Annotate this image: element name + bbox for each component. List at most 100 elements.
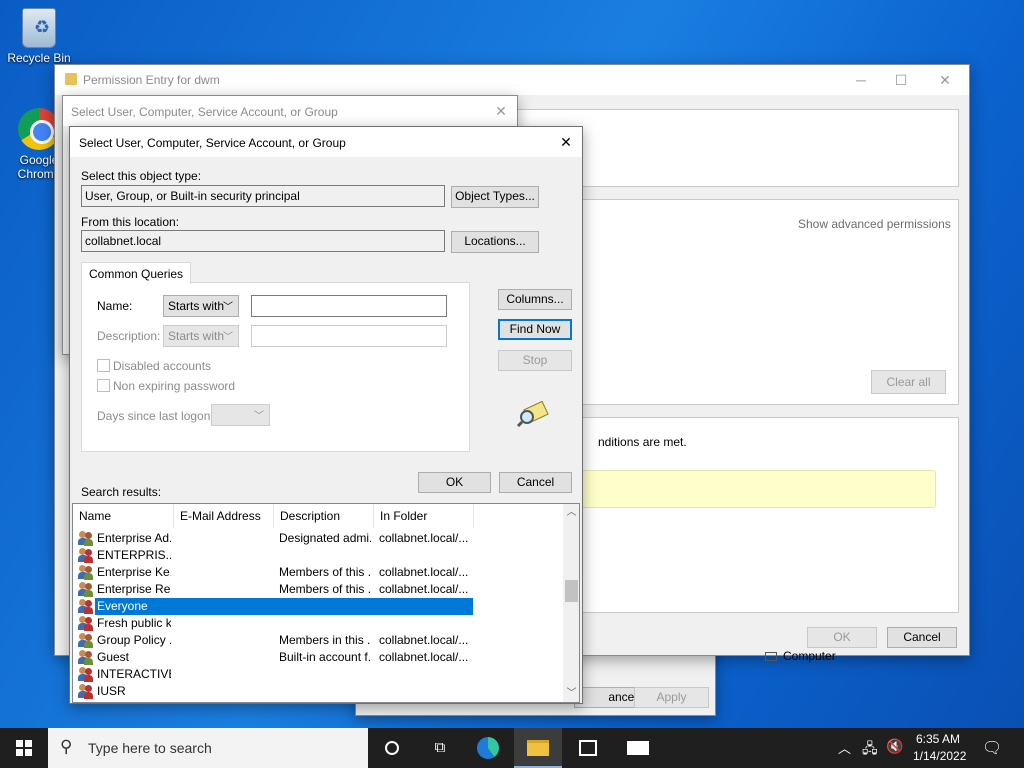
- close-button[interactable]: ✕: [923, 65, 967, 95]
- cancel-button[interactable]: Cancel: [499, 472, 572, 493]
- columns-button[interactable]: Columns...: [498, 289, 572, 310]
- row-name: Enterprise Ke...: [97, 565, 171, 579]
- file-explorer-button[interactable]: [514, 728, 562, 768]
- mail-icon: [627, 741, 649, 755]
- taskbar: ⚲ Type here to search ⧉ ︿ 🖧 🔇 6:35 AM 1/…: [0, 728, 1024, 768]
- description-label: Description:: [97, 329, 161, 343]
- group-icon: [78, 667, 93, 682]
- table-row[interactable]: Everyone: [73, 598, 563, 615]
- taskbar-search-box[interactable]: ⚲ Type here to search: [48, 728, 368, 768]
- store-bag-icon: [579, 740, 597, 756]
- column-header-name[interactable]: Name: [73, 504, 174, 528]
- permission-ok-button[interactable]: OK: [807, 627, 877, 648]
- table-row[interactable]: INTERACTIVE: [73, 666, 563, 683]
- store-button[interactable]: [564, 728, 612, 768]
- disabled-accounts-label: Disabled accounts: [113, 359, 212, 373]
- desktop-icon-recycle-bin[interactable]: Recycle Bin: [2, 8, 76, 65]
- minimize-button[interactable]: ─: [839, 65, 883, 95]
- task-view-button[interactable]: ⧉: [416, 728, 464, 768]
- mail-button[interactable]: [614, 728, 662, 768]
- edge-icon: [477, 737, 499, 759]
- table-row[interactable]: IUSR: [73, 683, 563, 700]
- table-row[interactable]: ENTERPRIS...: [73, 547, 563, 564]
- object-types-button[interactable]: Object Types...: [451, 186, 539, 208]
- group-icon: [78, 599, 93, 614]
- recycle-bin-icon: [22, 8, 56, 48]
- show-advanced-link[interactable]: Show advanced permissions: [798, 217, 951, 231]
- common-queries-panel: Name: Starts with ﹀ Description: Starts w…: [81, 282, 470, 452]
- days-since-logon-select[interactable]: ﹀: [211, 404, 270, 426]
- table-row[interactable]: Enterprise Ad... Designated admi... collab…: [73, 530, 563, 547]
- search-results-list[interactable]: Name E-Mail Address Description In Folde…: [72, 503, 580, 703]
- column-header-folder[interactable]: In Folder: [374, 504, 474, 528]
- clock-date[interactable]: 1/14/2022: [913, 749, 966, 763]
- row-folder: collabnet.local/...: [379, 565, 469, 579]
- group-icon: [78, 616, 93, 631]
- notification-icon[interactable]: 🗨: [982, 738, 1002, 758]
- row-name: Enterprise Re...: [97, 582, 171, 596]
- search-magnifier-icon: [516, 400, 549, 427]
- name-mode-select[interactable]: Starts with ﹀: [163, 295, 239, 317]
- task-view-icon: ⧉: [434, 739, 446, 756]
- name-input[interactable]: [251, 295, 447, 317]
- chevron-up-icon[interactable]: ︿: [838, 738, 851, 757]
- row-name: Guest: [97, 650, 130, 664]
- row-name: Fresh public k...: [97, 616, 171, 630]
- object-type-label: Select this object type:: [81, 169, 202, 183]
- close-button[interactable]: ✕: [546, 127, 586, 157]
- group-icon: [78, 582, 93, 597]
- locations-button[interactable]: Locations...: [451, 231, 539, 253]
- group-icon: [78, 548, 93, 563]
- location-label: From this location:: [81, 215, 180, 229]
- row-description: Designated admi...: [279, 531, 371, 545]
- non-expiring-label: Non expiring password: [113, 379, 236, 393]
- scrollbar-thumb[interactable]: [565, 580, 578, 602]
- non-expiring-checkbox[interactable]: [97, 379, 110, 392]
- permission-cancel-button[interactable]: Cancel: [887, 627, 957, 648]
- row-folder: collabnet.local/...: [379, 650, 469, 664]
- cortana-button[interactable]: [368, 728, 416, 768]
- scroll-down-arrow-icon[interactable]: ﹀: [563, 685, 579, 702]
- table-row[interactable]: Group Policy ... Members in this ... colla…: [73, 632, 563, 649]
- stop-button[interactable]: Stop: [498, 350, 572, 371]
- description-mode-select[interactable]: Starts with ﹀: [163, 325, 239, 347]
- results-scrollbar[interactable]: ︿ ﹀: [563, 504, 579, 702]
- table-row[interactable]: Fresh public k...: [73, 615, 563, 632]
- start-button[interactable]: [0, 728, 48, 768]
- name-label: Name:: [97, 299, 133, 313]
- object-type-field: User, Group, or Built-in security princi…: [81, 185, 445, 207]
- row-name: INTERACTIVE: [97, 667, 171, 681]
- table-row[interactable]: Enterprise Ke... Members of this ... colla…: [73, 564, 563, 581]
- edge-button[interactable]: [464, 728, 512, 768]
- chevron-down-icon: ﹀: [223, 332, 233, 343]
- column-header-email[interactable]: E-Mail Address: [174, 504, 274, 528]
- clock-time[interactable]: 6:35 AM: [916, 732, 960, 746]
- computer-icon: [765, 652, 777, 662]
- scroll-up-arrow-icon[interactable]: ︿: [563, 504, 579, 521]
- row-name: ENTERPRIS...: [97, 548, 171, 562]
- clear-all-button[interactable]: Clear all: [871, 370, 946, 394]
- network-icon[interactable]: 🖧: [862, 738, 878, 762]
- folder-icon: [65, 73, 77, 85]
- close-button[interactable]: ✕: [481, 96, 521, 126]
- location-field: collabnet.local: [81, 230, 445, 252]
- table-row[interactable]: Enterprise Re... Members of this ... colla…: [73, 581, 563, 598]
- condition-area: [576, 470, 936, 508]
- select-dialog-titlebar: Select User, Computer, Service Account, …: [70, 127, 582, 157]
- conditions-text: nditions are met.: [598, 435, 687, 449]
- row-folder: collabnet.local/...: [379, 582, 469, 596]
- tab-common-queries[interactable]: Common Queries: [81, 262, 192, 284]
- disabled-accounts-checkbox[interactable]: [97, 359, 110, 372]
- maximize-button[interactable]: ☐: [879, 65, 923, 95]
- column-header-description[interactable]: Description: [274, 504, 374, 528]
- window-title: Select User, Computer, Service Account, …: [79, 136, 346, 150]
- row-description: Members of this ...: [279, 565, 371, 579]
- volume-muted-icon[interactable]: 🔇: [886, 738, 903, 755]
- folder-icon: [527, 740, 549, 756]
- behind-apply-button[interactable]: Apply: [634, 687, 709, 708]
- row-description: Built-in account f...: [279, 650, 371, 664]
- table-row[interactable]: Guest Built-in account f... collabnet.loca…: [73, 649, 563, 666]
- description-input[interactable]: [251, 325, 447, 347]
- ok-button[interactable]: OK: [418, 472, 491, 493]
- find-now-button[interactable]: Find Now: [498, 319, 572, 340]
